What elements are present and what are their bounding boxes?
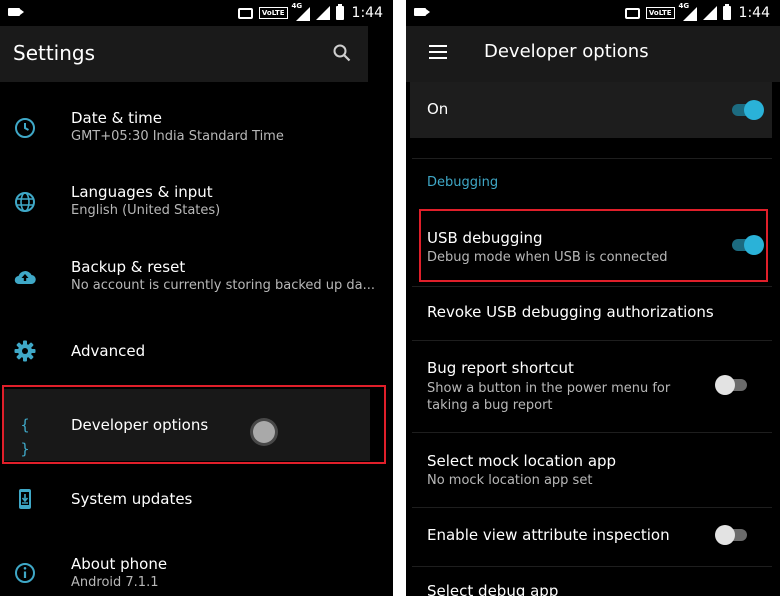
mobile-network-icon: 4G [292, 2, 310, 21]
section-header-debugging: Debugging [427, 175, 499, 190]
item-title: About phone [71, 555, 168, 573]
item-subtitle: English (United States) [71, 203, 221, 218]
video-camera-icon [8, 8, 24, 16]
settings-screen: VoLTE 4G 1:44 Settings Date & time GMT+0… [0, 0, 393, 596]
cast-icon [624, 7, 640, 19]
volte-badge: VoLTE [645, 7, 675, 19]
item-title: Select debug app [427, 582, 559, 596]
item-title: Select mock location app [427, 452, 617, 470]
item-title: Bug report shortcut [427, 359, 574, 377]
item-title: Backup & reset [71, 258, 186, 276]
settings-item-system-updates[interactable]: System updates [0, 463, 393, 537]
clock-icon [15, 118, 35, 138]
video-camera-icon [414, 8, 430, 16]
bug-report-shortcut-row[interactable]: Bug report shortcut Show a button in the… [406, 341, 780, 431]
view-attribute-inspection-toggle[interactable] [715, 524, 749, 546]
item-title: Date & time [71, 109, 162, 127]
settings-item-languages-input[interactable]: Languages & input English (United States… [0, 166, 393, 240]
cloud-upload-icon [14, 271, 36, 285]
highlight-box-developer-options [2, 385, 386, 464]
item-title: Revoke USB debugging authorizations [427, 303, 714, 321]
settings-item-about-phone[interactable]: About phone Android 7.1.1 [0, 537, 393, 596]
item-subtitle: GMT+05:30 India Standard Time [71, 129, 284, 144]
mobile-network-icon: 4G [679, 2, 697, 21]
battery-icon [722, 4, 731, 20]
master-toggle-row[interactable]: On [410, 82, 772, 138]
item-title: Enable view attribute inspection [427, 526, 670, 544]
volte-badge: VoLTE [258, 7, 288, 19]
app-bar: Settings [0, 26, 368, 82]
signal-icon [315, 6, 330, 20]
view-attribute-inspection-row[interactable]: Enable view attribute inspection [406, 508, 780, 564]
gear-icon [14, 340, 36, 362]
bug-report-shortcut-toggle[interactable] [715, 374, 749, 396]
item-subtitle-line2: taking a bug report [427, 398, 553, 413]
status-bar: VoLTE 4G 1:44 [406, 0, 780, 26]
page-title: Developer options [484, 41, 649, 62]
globe-icon [15, 192, 35, 212]
highlight-box-usb-debugging [419, 209, 768, 282]
select-debug-app-row[interactable]: Select debug app [406, 567, 780, 596]
item-title: System updates [71, 490, 193, 508]
item-title: Advanced [71, 342, 146, 360]
page-title: Settings [13, 41, 96, 65]
item-subtitle: No account is currently storing backed u… [71, 278, 376, 293]
settings-item-backup-reset[interactable]: Backup & reset No account is currently s… [0, 241, 393, 315]
signal-icon [702, 6, 717, 20]
item-subtitle: No mock location app set [427, 473, 593, 488]
cast-icon [237, 7, 253, 19]
settings-item-date-time[interactable]: Date & time GMT+05:30 India Standard Tim… [0, 92, 393, 166]
revoke-usb-authorizations-row[interactable]: Revoke USB debugging authorizations [406, 287, 780, 339]
master-toggle-switch[interactable] [730, 99, 764, 121]
info-icon [15, 563, 35, 583]
settings-item-advanced[interactable]: Advanced [0, 315, 393, 389]
hamburger-menu-icon[interactable] [429, 45, 447, 59]
clock: 1:44 [738, 5, 770, 21]
item-subtitle: Android 7.1.1 [71, 575, 159, 590]
status-bar: VoLTE 4G 1:44 [0, 0, 393, 26]
item-title: Languages & input [71, 183, 213, 201]
mock-location-app-row[interactable]: Select mock location app No mock locatio… [406, 433, 780, 507]
touch-indicator [253, 421, 275, 443]
divider [412, 158, 772, 159]
phone-download-icon [19, 489, 31, 509]
item-subtitle-line1: Show a button in the power menu for [427, 381, 671, 396]
clock: 1:44 [351, 5, 383, 21]
master-toggle-label: On [427, 100, 449, 118]
developer-options-screen: VoLTE 4G 1:44 Developer options On Debug… [406, 0, 780, 596]
battery-icon [335, 4, 344, 20]
search-icon[interactable] [333, 44, 351, 62]
app-bar: Developer options [406, 26, 780, 82]
